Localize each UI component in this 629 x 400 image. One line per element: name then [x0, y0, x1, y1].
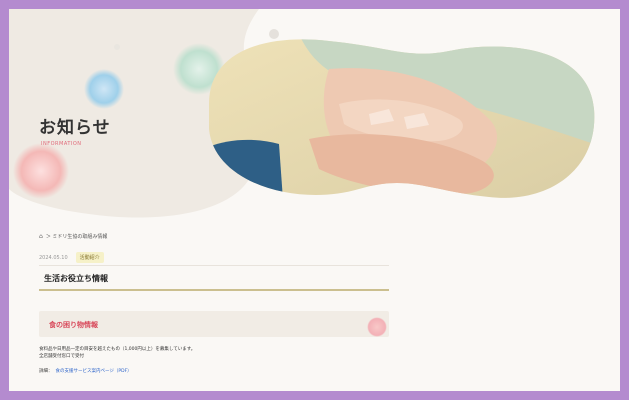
- detail-link[interactable]: 食の支援サービス案内ページ（PDF）: [56, 369, 132, 374]
- post-title: 生活お役立ち情報: [44, 274, 108, 283]
- body-line-1: 食料品や日用品一定の目安を越えたもの（1,000円以上）を募集しています。: [39, 347, 196, 352]
- post-title-bar: 生活お役立ち情報: [39, 265, 389, 291]
- page-subtitle: INFORMATION: [41, 141, 82, 147]
- decor-dot-small: [114, 44, 120, 50]
- breadcrumb-current[interactable]: ＞ ミドリ生協の取組み情報: [46, 233, 108, 240]
- breadcrumb: ⌂ ＞ ミドリ生協の取組み情報: [39, 233, 107, 240]
- body-line-2: 全店舗受付窓口で受付: [39, 354, 84, 359]
- body-text: 食料品や日用品一定の目安を越えたもの（1,000円以上）を募集しています。 全店…: [39, 346, 195, 360]
- post-date: 2024.05.10: [39, 254, 68, 261]
- decor-dot: [269, 29, 279, 39]
- section-title: 食の困り物情報: [49, 321, 98, 329]
- section-heading-box: 食の困り物情報: [39, 311, 389, 337]
- decor-bubble-blue: [84, 69, 124, 109]
- page-title: お知らせ: [39, 118, 111, 138]
- home-icon[interactable]: ⌂: [39, 233, 43, 240]
- detail-link-row: 詳細： 食の支援サービス案内ページ（PDF）: [39, 368, 132, 374]
- link-prefix: 詳細：: [39, 369, 53, 374]
- category-badge[interactable]: 活動紹介: [75, 252, 104, 263]
- decor-bubble-pink: [13, 143, 69, 199]
- page-content: お知らせ INFORMATION ⌂ ＞ ミドリ生協の取組み情報 2024.05…: [9, 9, 620, 391]
- hero-photo: [209, 39, 595, 198]
- post-meta: 2024.05.10 活動紹介: [39, 252, 104, 263]
- decor-bubble-section: [367, 317, 387, 337]
